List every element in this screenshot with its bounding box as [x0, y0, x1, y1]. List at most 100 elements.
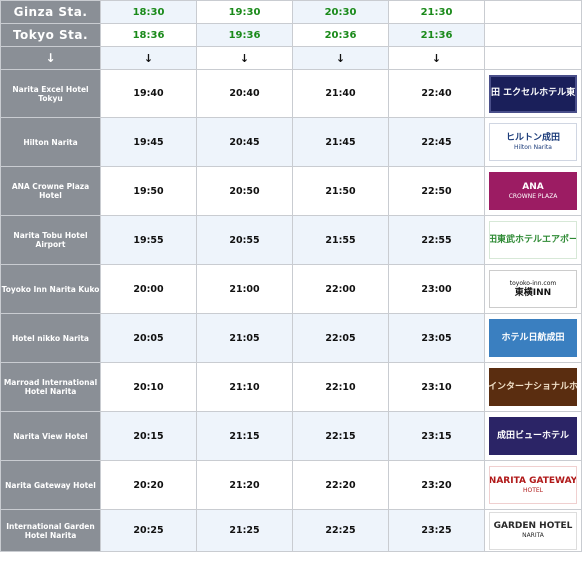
arrival-time: 22:50	[388, 166, 485, 216]
departure-time: 21:36	[388, 23, 485, 47]
hotel-logo-cell: 成田 エクセルホテル東急	[484, 69, 582, 118]
arrival-time: 19:50	[100, 166, 197, 216]
logo-text: マロウドインターナショナルホテル成田	[489, 381, 577, 392]
arrival-time: 20:55	[196, 215, 293, 265]
station-row-tokyo: Tokyo Sta. 18:36 19:36 20:36 21:36	[0, 23, 582, 47]
hotel-row: Hilton Narita 19:45 20:45 21:45 22:45 ヒルトン成田 H…	[0, 117, 582, 167]
logo-text: NARITA GATEWAY	[489, 475, 577, 486]
arrival-time: 21:25	[196, 509, 293, 552]
hotel-name: Hotel nikko Narita	[0, 313, 101, 363]
hotel-name: Narita View Hotel	[0, 411, 101, 461]
logo-text: 成田 エクセルホテル東急	[490, 88, 577, 98]
station-row-ginza: Ginza Sta. 18:30 19:30 20:30 21:30	[0, 0, 582, 24]
logo-text: 成田ビューホテル	[496, 430, 569, 441]
arrival-time: 20:15	[100, 411, 197, 461]
hilton-logo: ヒルトン成田 Hilton Narita	[489, 123, 577, 161]
hotel-row: Narita Gateway Hotel 20:20 21:20 22:20 23:20…	[0, 460, 582, 510]
down-arrow-icon: ↓	[292, 46, 389, 70]
tobu-hotel-logo: 成田東武ホテルエアポート	[489, 221, 577, 259]
departure-time: 21:30	[388, 0, 485, 24]
hotel-logo-cell: ANA CROWNE PLAZA	[484, 166, 582, 216]
logo-subtext: NARITA	[522, 532, 544, 539]
hotel-logo-cell: GARDEN HOTEL NARITA	[484, 509, 582, 552]
arrival-time: 20:10	[100, 362, 197, 412]
hotel-logo-cell: ヒルトン成田 Hilton Narita	[484, 117, 582, 167]
arrival-time: 22:05	[292, 313, 389, 363]
arrival-time: 19:45	[100, 117, 197, 167]
arrival-time: 23:00	[388, 264, 485, 314]
empty-cell	[484, 46, 582, 70]
hotel-row: Narita Tobu Hotel Airport 19:55 20:55 21:55…	[0, 215, 582, 265]
arrival-time: 23:10	[388, 362, 485, 412]
station-label: Tokyo Sta.	[0, 23, 101, 47]
arrival-time: 20:25	[100, 509, 197, 552]
logo-subtext: toyoko-inn.com	[509, 279, 557, 287]
empty-cell	[484, 23, 582, 47]
hotel-row: Marroad International Hotel Narita 20:10 2…	[0, 362, 582, 412]
logo-text: 成田東武ホテルエアポート	[489, 234, 576, 245]
departure-time: 18:30	[100, 0, 197, 24]
down-arrow-icon: ↓	[388, 46, 485, 70]
arrival-time: 20:40	[196, 69, 293, 118]
arrival-time: 20:20	[100, 460, 197, 510]
hotel-logo-cell: ホテル日航成田	[484, 313, 582, 363]
logo-subtext: CROWNE PLAZA	[508, 192, 558, 200]
hotel-row: ANA Crowne Plaza Hotel 19:50 20:50 21:50 22:…	[0, 166, 582, 216]
arrival-time: 21:50	[292, 166, 389, 216]
arrival-time: 20:45	[196, 117, 293, 167]
hotel-nikko-logo: ホテル日航成田	[489, 319, 577, 357]
logo-text: ホテル日航成田	[501, 332, 565, 343]
down-arrow-icon: ↓	[100, 46, 197, 70]
marroad-logo: マロウドインターナショナルホテル成田	[489, 368, 577, 406]
arrival-time: 20:05	[100, 313, 197, 363]
toyoko-inn-logo: toyoko-inn.com 東横INN	[489, 270, 577, 308]
arrival-time: 21:45	[292, 117, 389, 167]
hotel-logo-cell: NARITA GATEWAY HOTEL	[484, 460, 582, 510]
hotel-name: Hilton Narita	[0, 117, 101, 167]
arrival-time: 20:00	[100, 264, 197, 314]
arrival-time: 21:20	[196, 460, 293, 510]
logo-subtext: Hilton Narita	[514, 143, 552, 151]
arrival-time: 19:55	[100, 215, 197, 265]
arrival-time: 23:05	[388, 313, 485, 363]
logo-subtext: HOTEL	[522, 486, 544, 494]
arrival-time: 21:10	[196, 362, 293, 412]
excel-hotel-logo: 成田 エクセルホテル東急	[489, 74, 577, 113]
view-hotel-logo: 成田ビューホテル	[489, 417, 577, 455]
hotel-name: Narita Gateway Hotel	[0, 460, 101, 510]
arrival-time: 19:40	[100, 69, 197, 118]
hotel-row: Narita Excel Hotel Tokyu 19:40 20:40 21:40 2…	[0, 69, 582, 118]
arrival-time: 23:20	[388, 460, 485, 510]
arrival-time: 23:15	[388, 411, 485, 461]
logo-text: 東横INN	[514, 287, 552, 298]
hotel-name: Narita Excel Hotel Tokyu	[0, 69, 101, 118]
arrival-time: 21:05	[196, 313, 293, 363]
hotel-row: Toyoko Inn Narita Kuko 20:00 21:00 22:00 23:…	[0, 264, 582, 314]
gateway-hotel-logo: NARITA GATEWAY HOTEL	[489, 466, 577, 504]
departure-time: 18:36	[100, 23, 197, 47]
hotel-row: Hotel nikko Narita 20:05 21:05 22:05 23:05 ホテ…	[0, 313, 582, 363]
hotel-logo-cell: toyoko-inn.com 東横INN	[484, 264, 582, 314]
hotel-name: International Garden Hotel Narita	[0, 509, 101, 552]
hotel-name: Toyoko Inn Narita Kuko	[0, 264, 101, 314]
hotel-logo-cell: 成田東武ホテルエアポート	[484, 215, 582, 265]
departure-time: 19:36	[196, 23, 293, 47]
arrival-time: 22:20	[292, 460, 389, 510]
departure-time: 19:30	[196, 0, 293, 24]
hotel-name: ANA Crowne Plaza Hotel	[0, 166, 101, 216]
garden-hotel-logo: GARDEN HOTEL NARITA	[489, 511, 577, 550]
logo-text: ヒルトン成田	[505, 132, 560, 143]
arrival-time: 21:40	[292, 69, 389, 118]
arrival-time: 22:25	[292, 509, 389, 552]
arrival-time: 22:15	[292, 411, 389, 461]
arrival-time: 22:55	[388, 215, 485, 265]
departure-time: 20:36	[292, 23, 389, 47]
hotel-row: Narita View Hotel 20:15 21:15 22:15 23:15 成田ビ…	[0, 411, 582, 461]
hotel-logo-cell: マロウドインターナショナルホテル成田	[484, 362, 582, 412]
hotel-name: Narita Tobu Hotel Airport	[0, 215, 101, 265]
ana-crowne-plaza-logo: ANA CROWNE PLAZA	[489, 172, 577, 210]
arrival-time: 22:00	[292, 264, 389, 314]
logo-text: GARDEN HOTEL	[493, 521, 573, 531]
shuttle-timetable: Ginza Sta. 18:30 19:30 20:30 21:30 Tokyo…	[0, 0, 582, 552]
arrival-time: 20:50	[196, 166, 293, 216]
